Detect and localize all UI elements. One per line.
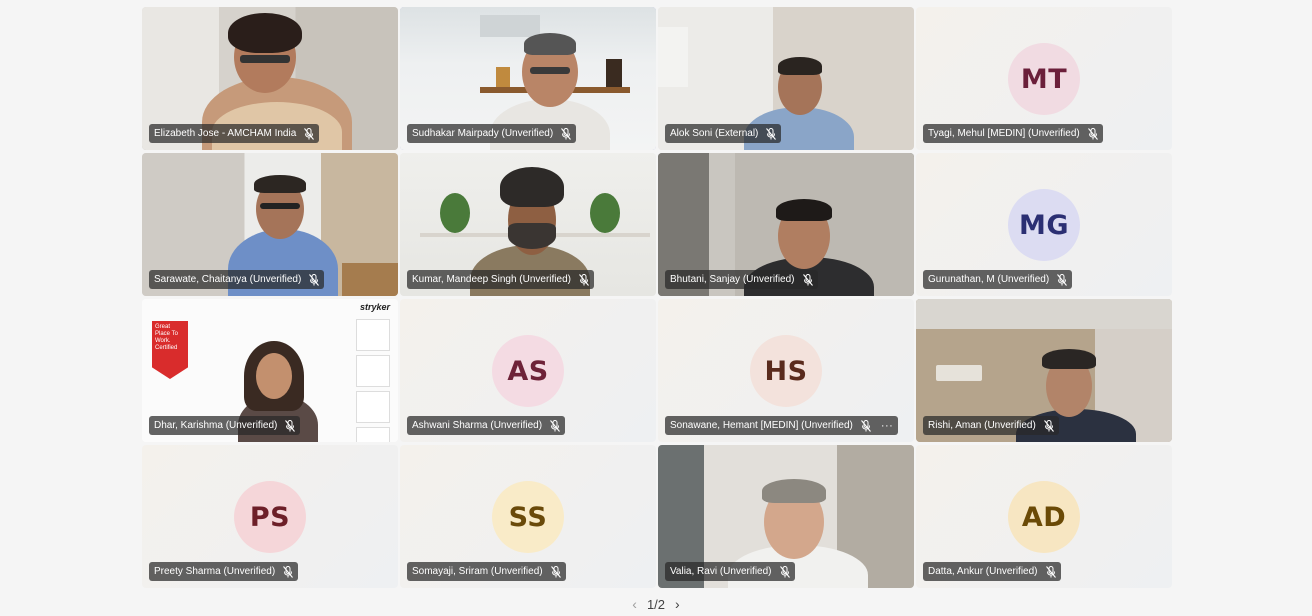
participant-tile[interactable]: Elizabeth Jose - AMCHAM India	[142, 7, 398, 150]
mic-off-icon	[779, 565, 790, 578]
participant-name: Alok Soni (External)	[670, 128, 759, 139]
mic-off-icon	[802, 273, 813, 286]
participant-tile[interactable]: Bhutani, Sanjay (Unverified)	[658, 153, 914, 296]
participant-name-chip: Alok Soni (External)	[665, 124, 782, 143]
avatar: MG	[1008, 189, 1080, 261]
mic-off-icon	[283, 565, 294, 578]
participant-name-chip: Kumar, Mandeep Singh (Unverified)	[407, 270, 594, 289]
participant-name: Kumar, Mandeep Singh (Unverified)	[412, 274, 571, 285]
chevron-left-icon[interactable]: ‹	[632, 596, 637, 612]
participant-tile[interactable]: AD Datta, Ankur (Unverified)	[916, 445, 1172, 588]
participant-name-chip: Preety Sharma (Unverified)	[149, 562, 299, 581]
participant-tile[interactable]: Sudhakar Mairpady (Unverified)	[400, 7, 656, 150]
mic-off-icon	[309, 273, 320, 286]
participant-name-chip: Sonawane, Hemant [MEDIN] (Unverified) ··…	[665, 416, 899, 435]
participant-tile[interactable]: MT Tyagi, Mehul [MEDIN] (Unverified)	[916, 7, 1172, 150]
participant-name: Ashwani Sharma (Unverified)	[412, 420, 543, 431]
participant-name: Bhutani, Sanjay (Unverified)	[670, 274, 795, 285]
avatar: HS	[750, 335, 822, 407]
gallery-pager: ‹ 1/2 ›	[0, 594, 1312, 614]
participant-tile[interactable]: Great Place To Work. Certified stryker D…	[142, 299, 398, 442]
participant-tile[interactable]: Sarawate, Chaitanya (Unverified)	[142, 153, 398, 296]
participant-tile[interactable]: PS Preety Sharma (Unverified)	[142, 445, 398, 588]
participant-name: Valia, Ravi (Unverified)	[670, 566, 772, 577]
participant-name: Gurunathan, M (Unverified)	[928, 274, 1050, 285]
participant-name-chip: Gurunathan, M (Unverified)	[923, 270, 1073, 289]
participant-name-chip: Elizabeth Jose - AMCHAM India	[149, 124, 320, 143]
participant-name: Somayaji, Sriram (Unverified)	[412, 566, 543, 577]
participant-name-chip: Bhutani, Sanjay (Unverified)	[665, 270, 818, 289]
mic-off-icon	[285, 419, 296, 432]
participant-name-chip: Datta, Ankur (Unverified)	[923, 562, 1061, 581]
participant-name: Datta, Ankur (Unverified)	[928, 566, 1038, 577]
participant-name-chip: Ashwani Sharma (Unverified)	[407, 416, 566, 435]
mic-off-icon	[550, 565, 561, 578]
avatar: SS	[492, 481, 564, 553]
participant-name-chip: Rishi, Aman (Unverified)	[923, 416, 1059, 435]
mic-off-icon	[550, 419, 560, 432]
award-badges	[356, 319, 390, 442]
mic-off-icon	[579, 273, 589, 286]
participant-name: Sudhakar Mairpady (Unverified)	[412, 128, 554, 139]
page-indicator: 1/2	[646, 596, 666, 612]
participant-tile[interactable]: AS Ashwani Sharma (Unverified)	[400, 299, 656, 442]
participant-name: Preety Sharma (Unverified)	[154, 566, 276, 577]
participant-name: Rishi, Aman (Unverified)	[928, 420, 1036, 431]
avatar: PS	[234, 481, 306, 553]
participant-tile[interactable]: MG Gurunathan, M (Unverified)	[916, 153, 1172, 296]
certification-badge: Great Place To Work. Certified	[152, 321, 188, 379]
mic-off-icon	[1087, 127, 1098, 140]
participant-tile[interactable]: Kumar, Mandeep Singh (Unverified)	[400, 153, 656, 296]
participant-name: Elizabeth Jose - AMCHAM India	[154, 128, 297, 139]
participant-name-chip: Tyagi, Mehul [MEDIN] (Unverified)	[923, 124, 1103, 143]
participant-name-chip: Sarawate, Chaitanya (Unverified)	[149, 270, 325, 289]
participant-tile[interactable]: Alok Soni (External)	[658, 7, 914, 150]
participant-tile[interactable]: Rishi, Aman (Unverified)	[916, 299, 1172, 442]
mic-off-icon	[1045, 565, 1056, 578]
badge-text: Great Place To Work. Certified	[155, 324, 178, 351]
mic-off-icon	[561, 127, 572, 140]
meeting-stage: Elizabeth Jose - AMCHAM India Sudhakar M…	[0, 0, 1312, 616]
participant-name: Sarawate, Chaitanya (Unverified)	[154, 274, 302, 285]
avatar: MT	[1008, 43, 1080, 115]
participant-name-chip: Dhar, Karishma (Unverified)	[149, 416, 301, 435]
company-logo: stryker	[359, 302, 390, 312]
mic-off-icon	[860, 419, 871, 432]
participant-name-chip: Sudhakar Mairpady (Unverified)	[407, 124, 577, 143]
mic-off-icon	[1043, 419, 1054, 432]
participant-grid: Elizabeth Jose - AMCHAM India Sudhakar M…	[142, 7, 1174, 589]
more-options-icon[interactable]: ···	[881, 420, 894, 432]
participant-name: Sonawane, Hemant [MEDIN] (Unverified)	[670, 420, 853, 431]
avatar: AD	[1008, 481, 1080, 553]
mic-off-icon	[1057, 273, 1068, 286]
participant-tile[interactable]: Valia, Ravi (Unverified)	[658, 445, 914, 588]
participant-tile[interactable]: HS Sonawane, Hemant [MEDIN] (Unverified) …	[658, 299, 914, 442]
participant-name-chip: Somayaji, Sriram (Unverified)	[407, 562, 566, 581]
avatar: AS	[492, 335, 564, 407]
participant-tile[interactable]: SS Somayaji, Sriram (Unverified)	[400, 445, 656, 588]
chevron-right-icon[interactable]: ›	[675, 596, 680, 612]
participant-name: Dhar, Karishma (Unverified)	[154, 420, 278, 431]
participant-name: Tyagi, Mehul [MEDIN] (Unverified)	[928, 128, 1080, 139]
participant-name-chip: Valia, Ravi (Unverified)	[665, 562, 795, 581]
mic-off-icon	[304, 127, 315, 140]
mic-off-icon	[766, 127, 777, 140]
